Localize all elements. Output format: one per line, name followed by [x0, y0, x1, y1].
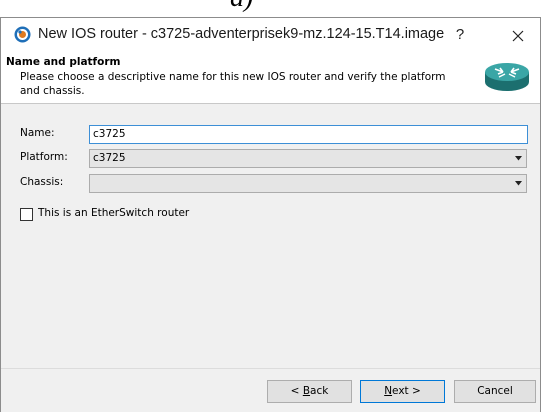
router-icon — [485, 63, 529, 91]
back-prefix: < — [290, 385, 303, 397]
back-mnemonic: B — [302, 385, 311, 397]
help-button[interactable]: ? — [448, 24, 472, 46]
next-rest: ext > — [392, 385, 421, 397]
new-ios-router-dialog: New IOS router - c3725-adventerprisek9-m… — [0, 17, 541, 412]
chassis-select[interactable] — [89, 174, 527, 193]
close-button[interactable] — [506, 24, 530, 46]
title-bar: New IOS router - c3725-adventerprisek9-m… — [1, 18, 540, 51]
form-area: Name: c3725 Platform: c3725 Chassis: Thi… — [1, 104, 540, 357]
platform-value: c3725 — [93, 152, 126, 164]
etherswitch-checkbox[interactable] — [20, 208, 33, 221]
back-button[interactable]: < Back — [267, 380, 352, 403]
figure-caption: a) — [230, 0, 253, 12]
cancel-button[interactable]: Cancel — [454, 380, 536, 403]
etherswitch-label[interactable]: This is an EtherSwitch router — [38, 207, 189, 219]
chassis-label: Chassis: — [20, 176, 64, 188]
wizard-header: Name and platform Please choose a descri… — [1, 51, 540, 104]
footer-divider — [1, 368, 540, 369]
screenshot-root: a) New IOS router - c3725-adventerprisek… — [0, 0, 541, 412]
platform-label: Platform: — [20, 151, 68, 163]
chevron-down-icon — [515, 156, 522, 161]
window-title: New IOS router - c3725-adventerprisek9-m… — [38, 26, 445, 42]
name-input[interactable]: c3725 — [89, 125, 528, 144]
next-button[interactable]: Next > — [360, 380, 445, 403]
next-mnemonic: N — [384, 385, 393, 397]
chevron-down-icon — [515, 181, 522, 186]
platform-select[interactable]: c3725 — [89, 149, 527, 168]
close-icon — [512, 30, 524, 41]
app-icon — [14, 26, 31, 43]
header-description: Please choose a descriptive name for thi… — [20, 71, 446, 97]
name-label: Name: — [20, 127, 55, 139]
back-rest: ack — [310, 385, 329, 397]
header-title: Name and platform — [6, 56, 121, 68]
